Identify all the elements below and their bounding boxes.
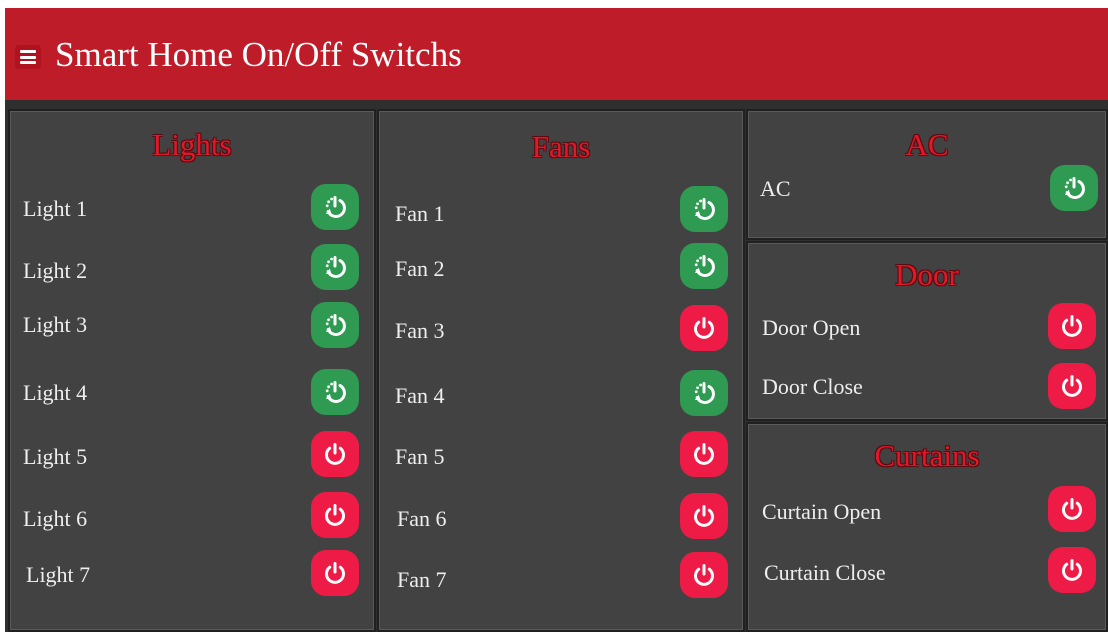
ac-label: AC <box>760 176 791 201</box>
fan-7-switch[interactable] <box>680 552 728 598</box>
light-1-label: Light 1 <box>23 196 88 221</box>
power-icon <box>1062 375 1082 397</box>
fan-4-switch[interactable] <box>680 370 728 416</box>
ac-title: AC <box>905 127 949 162</box>
power-icon <box>325 562 345 584</box>
hamburger-menu-icon[interactable] <box>15 45 41 69</box>
power-restart-icon <box>325 314 346 336</box>
curtain-open-label: Curtain Open <box>762 499 882 524</box>
door-open-label: Door Open <box>762 315 861 340</box>
light-6-label: Light 6 <box>23 506 88 531</box>
light-4-switch[interactable] <box>311 369 359 415</box>
fan-7-label: Fan 7 <box>397 567 447 592</box>
power-restart-icon <box>325 381 346 403</box>
fan-6-label: Fan 6 <box>397 506 447 531</box>
ac-panel: AC AC <box>746 109 1108 240</box>
fan-5-switch[interactable] <box>680 431 728 477</box>
power-icon <box>325 443 345 465</box>
power-icon <box>325 504 345 526</box>
light-3-label: Light 3 <box>23 312 88 337</box>
power-restart-icon <box>325 196 346 218</box>
power-restart-icon <box>325 256 346 278</box>
fan-5-label: Fan 5 <box>395 444 445 469</box>
door-title: Door <box>895 257 959 292</box>
curtain-open-switch[interactable] <box>1048 486 1096 532</box>
curtain-close-label: Curtain Close <box>764 560 886 585</box>
light-4-label: Light 4 <box>23 380 88 405</box>
top-bar: Smart Home On/Off Switchs <box>5 8 1108 100</box>
fan-1-label: Fan 1 <box>395 201 445 226</box>
lights-title: Lights <box>152 127 232 162</box>
light-2-switch[interactable] <box>311 244 359 290</box>
door-close-switch[interactable] <box>1048 363 1096 409</box>
power-icon <box>1062 559 1082 581</box>
fan-1-switch[interactable] <box>680 186 728 232</box>
light-1-switch[interactable] <box>311 184 359 230</box>
light-7-label: Light 7 <box>26 562 91 587</box>
lights-panel: Lights Light 1 Light 2 Light 3 Light 4 L… <box>8 109 376 632</box>
light-7-switch[interactable] <box>311 550 359 596</box>
power-icon <box>1062 498 1082 520</box>
door-panel: Door Door Open Door Close <box>746 241 1108 421</box>
fan-3-switch[interactable] <box>680 305 728 351</box>
power-restart-icon <box>694 198 715 220</box>
light-2-label: Light 2 <box>23 258 88 283</box>
power-restart-icon <box>694 255 715 277</box>
power-icon <box>1062 315 1082 337</box>
light-3-switch[interactable] <box>311 302 359 348</box>
fans-panel: Fans Fan 1 Fan 2 Fan 3 Fan 4 Fan 5 Fan 6… <box>377 109 745 632</box>
power-restart-icon <box>1064 177 1085 199</box>
fan-2-label: Fan 2 <box>395 256 445 281</box>
power-icon <box>694 564 714 586</box>
power-icon <box>694 443 714 465</box>
app-window: Smart Home On/Off Switchs Lights Light 1… <box>5 8 1108 632</box>
fan-4-label: Fan 4 <box>395 383 445 408</box>
fans-title: Fans <box>531 129 591 164</box>
fan-2-switch[interactable] <box>680 243 728 289</box>
door-close-label: Door Close <box>762 374 863 399</box>
light-6-switch[interactable] <box>311 492 359 538</box>
curtains-panel: Curtains Curtain Open Curtain Close <box>746 422 1108 632</box>
power-icon <box>694 317 714 339</box>
fan-6-switch[interactable] <box>680 493 728 539</box>
curtain-close-switch[interactable] <box>1048 547 1096 593</box>
power-restart-icon <box>694 382 715 404</box>
door-open-switch[interactable] <box>1048 303 1096 349</box>
fan-3-label: Fan 3 <box>395 318 445 343</box>
power-icon <box>694 505 714 527</box>
curtains-title: Curtains <box>874 438 980 473</box>
ac-switch[interactable] <box>1050 165 1098 211</box>
page-title: Smart Home On/Off Switchs <box>55 35 462 74</box>
light-5-switch[interactable] <box>311 431 359 477</box>
light-5-label: Light 5 <box>23 444 88 469</box>
